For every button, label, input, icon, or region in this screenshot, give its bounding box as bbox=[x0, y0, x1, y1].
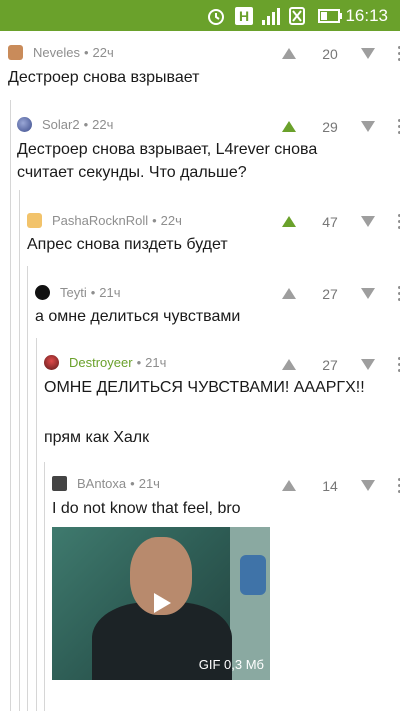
score: 27 bbox=[322, 357, 338, 373]
vote-controls: 14 bbox=[282, 476, 400, 500]
signal-strength-icon bbox=[262, 8, 280, 25]
play-icon[interactable] bbox=[154, 593, 171, 613]
author-name[interactable]: PashaRocknRoll bbox=[52, 213, 148, 228]
avatar[interactable] bbox=[8, 45, 23, 60]
avatar[interactable] bbox=[44, 355, 59, 370]
downvote-icon[interactable] bbox=[361, 359, 375, 370]
author-name[interactable]: Destroyeer bbox=[69, 355, 133, 370]
status-time: 16:13 bbox=[345, 6, 388, 25]
separator-dot: • bbox=[136, 355, 142, 370]
h-network-icon: H bbox=[235, 7, 253, 25]
avatar[interactable] bbox=[52, 476, 67, 491]
downvote-icon[interactable] bbox=[361, 480, 375, 491]
avatar[interactable] bbox=[17, 117, 32, 132]
downvote-icon[interactable] bbox=[361, 121, 375, 132]
score: 14 bbox=[322, 478, 338, 494]
battery-icon bbox=[318, 9, 342, 23]
comment-age: 21ч bbox=[138, 476, 160, 491]
downvote-icon[interactable] bbox=[361, 48, 375, 59]
comment-text: ОМНЕ ДЕЛИТЬСЯ ЧУВСТВАМИ! АААРГХ!! прям к… bbox=[44, 376, 365, 449]
no-sim-icon bbox=[289, 7, 305, 25]
comment-text: а омне делиться чувствами bbox=[35, 305, 240, 328]
separator-dot: • bbox=[83, 45, 89, 60]
comment-age: 22ч bbox=[160, 213, 182, 228]
downvote-icon[interactable] bbox=[361, 288, 375, 299]
comment-line: Дестроер снова взрывает, L4rever снова bbox=[17, 141, 318, 158]
vote-controls: 20 bbox=[282, 44, 400, 68]
alarm-icon bbox=[208, 9, 224, 25]
comment-line: I do not know that feel, bro bbox=[52, 500, 241, 517]
separator-dot: • bbox=[83, 117, 89, 132]
comment-meta: Teyti • 21ч bbox=[35, 285, 121, 300]
author-name[interactable]: Neveles bbox=[33, 45, 80, 60]
comment-line: ОМНЕ ДЕЛИТЬСЯ ЧУВСТВАМИ! АААРГХ!! bbox=[44, 379, 365, 396]
comment-meta: BAntoxa • 21ч bbox=[52, 476, 160, 491]
author-name[interactable]: Teyti bbox=[60, 285, 87, 300]
upvote-icon[interactable] bbox=[282, 216, 296, 227]
avatar[interactable] bbox=[35, 285, 50, 300]
comment-line: считает секунды. Что дальше? bbox=[17, 164, 247, 181]
svg-text:H: H bbox=[239, 8, 249, 24]
separator-dot: • bbox=[90, 285, 96, 300]
comment-meta: PashaRocknRoll • 22ч bbox=[27, 213, 182, 228]
comment-line: Дестроер снова взрывает bbox=[8, 69, 200, 86]
comment-text: Дестроер снова взрывает, L4rever снова с… bbox=[17, 138, 317, 184]
comment-text: I do not know that feel, bro bbox=[52, 497, 241, 520]
thread-line bbox=[44, 462, 45, 711]
score: 27 bbox=[322, 286, 338, 302]
vote-controls: 47 bbox=[282, 212, 400, 236]
avatar[interactable] bbox=[27, 213, 42, 228]
comment-line: а омне делиться чувствами bbox=[35, 308, 241, 325]
score: 47 bbox=[322, 214, 338, 230]
gif-size-badge: GIF 0,3 Мб bbox=[198, 657, 264, 672]
vote-controls: 27 bbox=[282, 284, 400, 308]
score: 29 bbox=[322, 119, 338, 135]
comment-text: Апрес снова пиздеть будет bbox=[27, 233, 228, 256]
comment-age: 22ч bbox=[92, 45, 114, 60]
upvote-icon[interactable] bbox=[282, 288, 296, 299]
comment-meta: Solar2 • 22ч bbox=[17, 117, 113, 132]
comment-line: Апрес снова пиздеть будет bbox=[27, 236, 228, 253]
status-bar: H 16:13 bbox=[0, 0, 400, 31]
thread-line bbox=[19, 190, 20, 711]
thread-line bbox=[27, 266, 28, 711]
upvote-icon[interactable] bbox=[282, 359, 296, 370]
downvote-icon[interactable] bbox=[361, 216, 375, 227]
comment-line: прям как Халк bbox=[44, 429, 150, 446]
separator-dot: • bbox=[130, 476, 135, 491]
thread-line bbox=[36, 338, 37, 711]
comment-line bbox=[44, 399, 365, 422]
author-name[interactable]: Solar2 bbox=[42, 117, 80, 132]
separator-dot: • bbox=[152, 213, 157, 228]
comment-age: 22ч bbox=[92, 117, 114, 132]
comment-meta: Destroyeer • 21ч bbox=[44, 355, 166, 370]
author-name[interactable]: BAntoxa bbox=[77, 476, 126, 491]
upvote-icon[interactable] bbox=[282, 121, 296, 132]
score: 20 bbox=[322, 46, 338, 62]
comment-text: Дестроер снова взрывает bbox=[8, 66, 199, 89]
gif-preview[interactable]: GIF 0,3 Мб bbox=[52, 527, 270, 680]
gif-background-object bbox=[240, 555, 266, 595]
thread-line bbox=[10, 100, 11, 711]
upvote-icon[interactable] bbox=[282, 480, 296, 491]
comment-meta: Neveles • 22ч bbox=[8, 45, 114, 60]
upvote-icon[interactable] bbox=[282, 48, 296, 59]
comment-age: 21ч bbox=[99, 285, 121, 300]
comment-age: 21ч bbox=[145, 355, 167, 370]
